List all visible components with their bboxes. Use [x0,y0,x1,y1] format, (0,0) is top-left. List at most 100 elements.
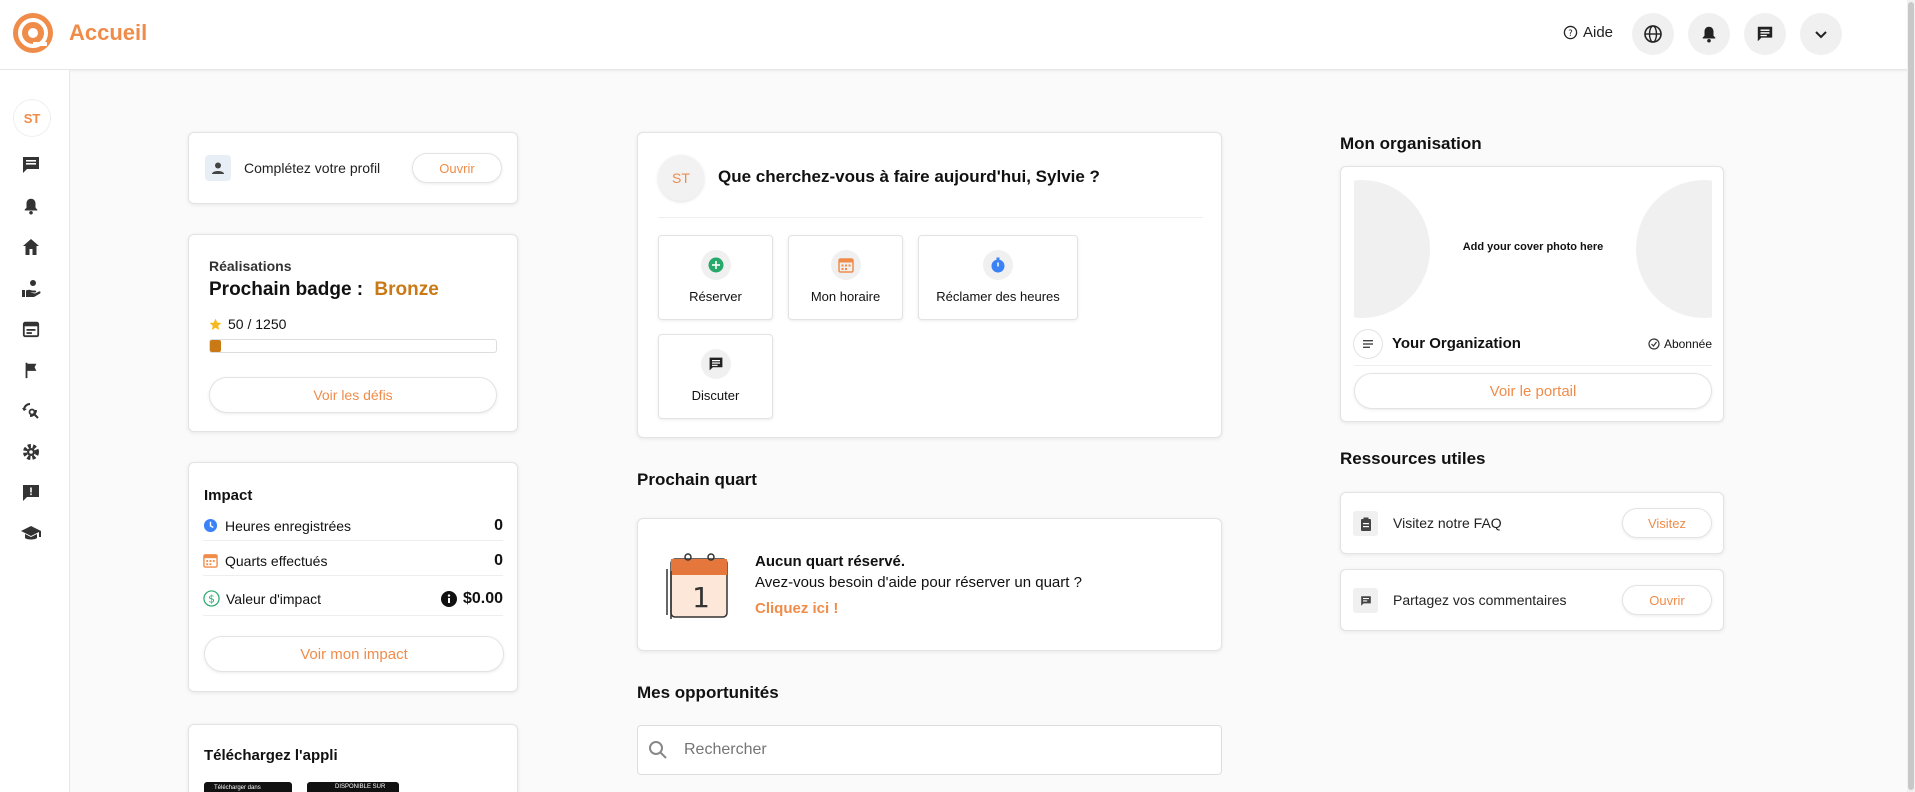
action-label: Discuter [691,388,740,403]
sidebar-feedback-icon[interactable] [20,482,42,504]
welcome-card: ST Que cherchez-vous à faire aujourd'hui… [637,132,1222,438]
action-chat[interactable]: Discuter [658,334,773,419]
sidebar: ST [0,70,70,792]
action-claim-hours[interactable]: Réclamer des heures [918,235,1078,320]
notifications-button[interactable] [1688,13,1730,55]
menu-lines-icon [1363,340,1373,348]
top-bar: Accueil ? Aide [0,0,1915,70]
opportunities-title: Mes opportunités [637,683,779,702]
resource-feedback-row: Partagez vos commentaires Ouvrir [1340,569,1724,631]
view-portal-button[interactable]: Voir le portail [1354,373,1712,409]
no-shift-title: Aucun quart réservé. [755,553,906,570]
book-shift-link[interactable]: Cliquez ici ! [755,600,838,617]
sidebar-flag-icon[interactable] [20,359,42,381]
no-shift-text: Avez-vous besoin d'aide pour réserver un… [755,574,1082,591]
visit-faq-button[interactable]: Visitez [1622,508,1712,538]
points-line: 50 / 1250 [209,316,286,332]
open-profile-button[interactable]: Ouvrir [412,153,502,183]
svg-text:?: ? [1568,28,1572,38]
messages-button[interactable] [1744,13,1786,55]
sidebar-calendar-icon[interactable] [20,318,42,340]
subscription-status-label: Abonnée [1663,337,1712,351]
sidebar-training-icon[interactable] [20,523,42,545]
impact-row-label: Heures enregistrées [225,517,352,534]
calendar-grid-icon [203,554,218,568]
opportunities-search[interactable] [637,725,1222,775]
chevron-down-icon [1815,31,1827,39]
app-store-badge[interactable]: Télécharger dans [204,782,292,792]
welcome-avatar: ST [658,155,704,201]
sidebar-bell-icon[interactable] [20,195,42,217]
sidebar-search-refresh-icon[interactable] [20,400,42,422]
stopwatch-icon [983,250,1013,280]
sidebar-settings-icon[interactable] [20,441,42,463]
feedback-icon [1353,588,1378,613]
calendar-number: 1 [692,581,710,614]
impact-row-value-impact: $ Valeur d'impact $0.00 [203,582,503,616]
cover-placeholder-text: Add your cover photo here [1462,241,1604,253]
next-badge-line: Prochain badge : Bronze [209,279,439,301]
organization-card: Add your cover photo here Your Organizat… [1340,166,1724,422]
star-icon [209,318,222,330]
next-badge-label: Prochain badge : [209,279,364,300]
impact-row-value-wrap: $0.00 [440,589,503,608]
svg-text:$: $ [208,593,215,605]
help-label: Aide [1583,24,1614,41]
next-shift-title: Prochain quart [637,470,757,489]
resources-title: Ressources utiles [1340,449,1486,468]
impact-value: $0.00 [462,589,503,607]
search-input[interactable] [684,738,1204,762]
impact-row-hours: Heures enregistrées 0 [203,511,503,541]
action-label: Réclamer des heures [936,289,1060,304]
impact-heading: Impact [204,487,253,504]
action-label: Réserver [689,289,742,304]
subscription-status: Abonnée [1648,337,1712,351]
google-play-badge-text: DISPONIBLE SUR [335,784,386,790]
organization-name[interactable]: Your Organization [1392,335,1521,352]
impact-card: Impact Heures enregistrées 0 Quarts effe… [188,462,518,692]
resource-faq-row: Visitez notre FAQ Visitez [1340,492,1724,554]
organization-title: Mon organisation [1340,134,1482,153]
account-menu-button[interactable] [1800,13,1842,55]
open-feedback-button[interactable]: Ouvrir [1622,585,1712,615]
sidebar-home-icon[interactable] [20,236,42,258]
check-circle-icon [1648,338,1660,350]
chat-icon [700,349,731,379]
user-avatar[interactable]: ST [14,100,50,136]
calendar-illustration-icon: 1 [663,549,733,621]
divider [658,217,1203,218]
organization-header: Your Organization Abonnée [1354,324,1712,366]
bell-icon [1702,26,1716,43]
impact-row-label: Quarts effectués [225,552,328,569]
info-icon[interactable] [440,590,457,607]
google-play-badge[interactable]: DISPONIBLE SUR [307,782,399,792]
search-icon [649,741,667,759]
app-logo[interactable] [12,12,54,54]
organization-logo [1354,330,1382,358]
action-label: Mon horaire [810,289,881,304]
page-title: Accueil [69,20,148,45]
complete-profile-label: Complétez votre profil [244,160,381,176]
calendar-grid-icon [830,250,861,280]
app-download-heading: Téléchargez l'appli [204,747,338,764]
action-my-schedule[interactable]: Mon horaire [788,235,903,320]
impact-row-value: 0 [494,551,503,569]
organization-cover[interactable]: Add your cover photo here [1354,180,1712,318]
language-button[interactable] [1632,13,1674,55]
sidebar-messages-icon[interactable] [20,154,42,176]
help-icon: ? [1563,25,1578,40]
globe-icon [1644,25,1662,43]
profile-icon [205,155,231,181]
impact-row-value: 0 [494,516,503,534]
view-challenges-button[interactable]: Voir les défis [209,377,497,413]
sidebar-volunteer-icon[interactable] [20,277,42,299]
impact-row-shifts: Quarts effectués 0 [203,546,503,576]
badge-progress-bar [209,339,497,353]
scrollbar-track[interactable] [1907,0,1915,792]
action-book-shift[interactable]: Réserver [658,235,773,320]
help-link[interactable]: ? Aide [1563,24,1613,41]
view-impact-button[interactable]: Voir mon impact [204,636,504,672]
scrollbar-thumb[interactable] [1908,2,1914,790]
clipboard-icon [1353,511,1378,536]
achievements-heading: Réalisations [209,258,292,274]
